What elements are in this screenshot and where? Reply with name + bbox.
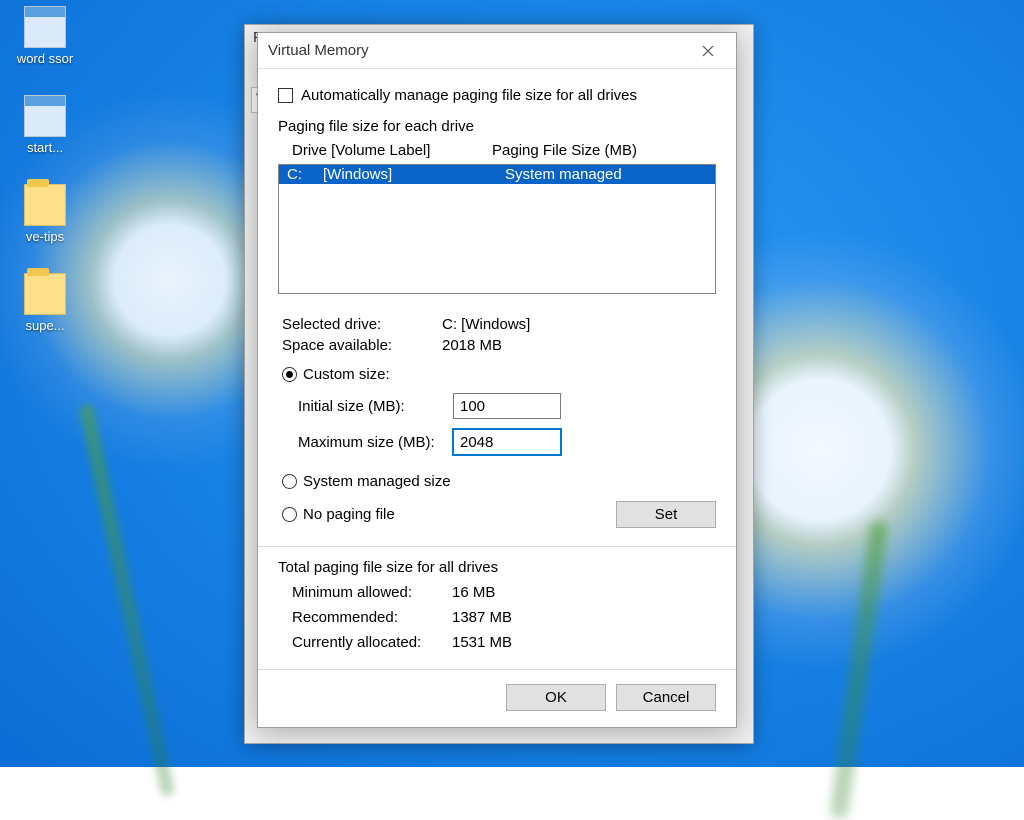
folder-icon: [24, 273, 66, 315]
recommended-label: Recommended:: [292, 609, 452, 626]
no-paging-label: No paging file: [303, 506, 395, 523]
system-managed-label: System managed size: [303, 473, 451, 490]
drive-letter: C:: [285, 166, 323, 183]
decor-stem: [829, 520, 889, 820]
titlebar[interactable]: Virtual Memory: [258, 33, 736, 69]
close-icon: [702, 45, 714, 57]
virtual-memory-dialog: Virtual Memory Automatically manage pagi…: [257, 32, 737, 728]
no-paging-and-set-row: No paging file Set: [282, 500, 716, 528]
selected-drive-value: C: [Windows]: [442, 316, 716, 333]
paging-section-label: Paging file size for each drive: [278, 118, 716, 135]
maximum-size-row: Maximum size (MB):: [298, 429, 716, 455]
min-allowed-value: 16 MB: [452, 584, 716, 601]
drive-list-headers: Drive [Volume Label] Paging File Size (M…: [278, 139, 716, 162]
space-available-value: 2018 MB: [442, 337, 716, 354]
no-paging-radio[interactable]: [282, 507, 297, 522]
file-icon: [24, 6, 66, 48]
desktop-icons-column: word ssor start... ve-tips supe...: [0, 0, 90, 362]
currently-allocated-label: Currently allocated:: [292, 634, 452, 651]
folder-icon: [24, 184, 66, 226]
desktop-icon-label: word ssor: [17, 52, 73, 67]
desktop-icon-label: ve-tips: [26, 230, 64, 245]
custom-size-radio[interactable]: [282, 367, 297, 382]
cancel-button[interactable]: Cancel: [616, 684, 716, 711]
desktop-icon[interactable]: start...: [7, 95, 83, 156]
maximum-size-input[interactable]: [453, 429, 561, 455]
min-allowed-label: Minimum allowed:: [292, 584, 452, 601]
space-available-label: Space available:: [282, 337, 442, 354]
auto-manage-checkbox[interactable]: [278, 88, 293, 103]
selected-drive-info: Selected drive: C: [Windows] Space avail…: [282, 316, 716, 354]
initial-size-input[interactable]: [453, 393, 561, 419]
close-button[interactable]: [688, 37, 728, 65]
system-managed-option[interactable]: System managed size: [282, 473, 716, 490]
header-drive: Drive [Volume Label]: [292, 142, 492, 159]
recommended-value: 1387 MB: [452, 609, 716, 626]
custom-size-option[interactable]: Custom size:: [282, 366, 716, 383]
auto-manage-label: Automatically manage paging file size fo…: [301, 87, 637, 104]
currently-allocated-value: 1531 MB: [452, 634, 716, 651]
set-button[interactable]: Set: [616, 501, 716, 528]
desktop-icon-label: supe...: [25, 319, 64, 334]
totals-grid: Minimum allowed: 16 MB Recommended: 1387…: [292, 584, 716, 651]
dialog-title: Virtual Memory: [268, 42, 688, 59]
ok-button[interactable]: OK: [506, 684, 606, 711]
dialog-footer: OK Cancel: [258, 669, 736, 727]
desktop-icon[interactable]: word ssor: [7, 6, 83, 67]
divider: [258, 546, 736, 547]
file-icon: [24, 95, 66, 137]
system-managed-radio[interactable]: [282, 474, 297, 489]
drive-paging-size: System managed: [505, 166, 622, 183]
desktop-icon-label: start...: [27, 141, 63, 156]
desktop-icon[interactable]: ve-tips: [7, 184, 83, 245]
auto-manage-row: Automatically manage paging file size fo…: [278, 87, 716, 104]
decor-stem: [79, 403, 176, 797]
drive-list[interactable]: C: [Windows] System managed: [278, 164, 716, 294]
drive-volume-label: [Windows]: [323, 166, 505, 183]
initial-size-label: Initial size (MB):: [298, 398, 453, 415]
maximum-size-label: Maximum size (MB):: [298, 434, 453, 451]
totals-title: Total paging file size for all drives: [278, 559, 716, 576]
selected-drive-label: Selected drive:: [282, 316, 442, 333]
drive-list-row[interactable]: C: [Windows] System managed: [279, 165, 715, 184]
desktop-icon[interactable]: supe...: [7, 273, 83, 334]
dialog-body: Automatically manage paging file size fo…: [258, 69, 736, 651]
custom-size-label: Custom size:: [303, 366, 390, 383]
initial-size-row: Initial size (MB):: [298, 393, 716, 419]
desktop-background: word ssor start... ve-tips supe... P V V…: [0, 0, 1024, 767]
header-paging-size: Paging File Size (MB): [492, 142, 637, 159]
